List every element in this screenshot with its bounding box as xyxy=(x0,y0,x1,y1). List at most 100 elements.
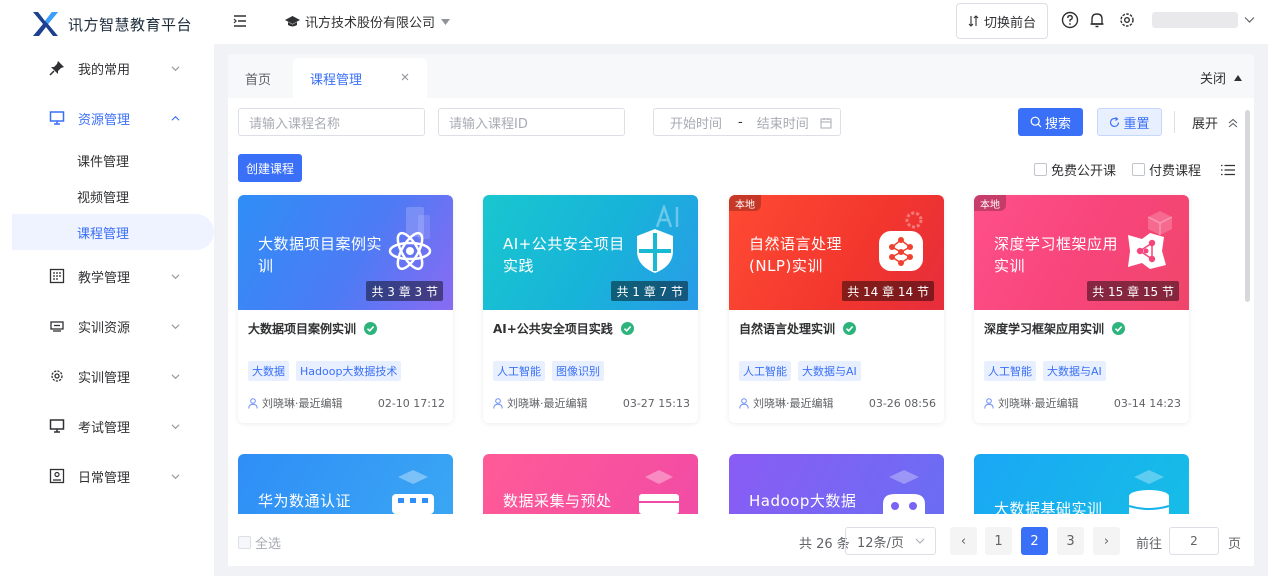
logo-icon xyxy=(33,12,58,36)
settings-icon[interactable] xyxy=(1118,11,1136,29)
checkbox-box xyxy=(238,536,251,549)
course-meta: 刘晓琳·最近编辑 03-27 15:13 xyxy=(493,395,690,411)
tab-home[interactable]: 首页 xyxy=(245,58,271,98)
course-id-input[interactable]: 请输入课程ID xyxy=(438,108,625,136)
sidebar-item-training-management[interactable]: 实训管理 xyxy=(0,358,214,394)
course-card[interactable]: 本地 深度学习框架应用实训 共 15 章 15 节 深度学习框架应用实训 人工智… xyxy=(974,195,1189,423)
sidebar-item-favorites[interactable]: 我的常用 xyxy=(0,50,214,86)
search-label: 搜索 xyxy=(1044,116,1071,132)
course-title: AI+公共安全项目实践 xyxy=(493,322,613,336)
chevron-down-icon xyxy=(171,424,180,430)
course-edit-time: 03-27 15:13 xyxy=(622,396,690,410)
prev-page-button[interactable]: ‹ xyxy=(950,527,977,555)
verified-check-icon xyxy=(620,322,634,335)
course-meta: 刘晓琳·最近编辑 03-26 08:56 xyxy=(739,395,936,411)
course-title: 自然语言处理实训 xyxy=(739,322,836,336)
course-cover: AI+公共安全项目实践 共 1 章 7 节 xyxy=(483,195,698,310)
scrollbar[interactable] xyxy=(1245,110,1250,302)
sidebar-subitem-course[interactable]: 课程管理 xyxy=(12,214,214,250)
course-content: 请输入课程名称 请输入课程ID 开始时间 - 结束时间 搜索 重置 展开 创建课… xyxy=(228,98,1254,566)
course-title-row[interactable]: 深度学习框架应用实训 xyxy=(984,320,1126,337)
close-tabs-button[interactable]: 关闭 xyxy=(1200,68,1242,87)
caret-down-icon xyxy=(441,18,451,25)
sidebar-item-resources[interactable]: 资源管理 xyxy=(0,100,214,136)
course-name-input[interactable]: 请输入课程名称 xyxy=(238,108,425,136)
page-button-2[interactable]: 2 xyxy=(1021,527,1048,555)
select-all-label: 全选 xyxy=(255,537,282,552)
cover-title: AI+公共安全项目实践 xyxy=(503,235,625,275)
chevron-down-icon xyxy=(171,66,180,72)
page-button-1[interactable]: 1 xyxy=(985,527,1012,555)
course-editor: 刘晓琳·最近编辑 xyxy=(998,397,1079,410)
course-tags: 大数据 Hadoop大数据技术 xyxy=(248,361,408,381)
course-editor: 刘晓琳·最近编辑 xyxy=(507,397,588,410)
list-view-icon[interactable] xyxy=(1221,164,1235,176)
tab-label: 课程管理 xyxy=(310,72,363,88)
goto-page-input[interactable]: 2 xyxy=(1169,527,1219,555)
date-range-picker[interactable]: 开始时间 - 结束时间 xyxy=(653,108,841,136)
chevron-down-icon[interactable] xyxy=(1244,14,1255,25)
course-card[interactable]: 华为数通认证 xyxy=(238,454,453,514)
course-title: 深度学习框架应用实训 xyxy=(984,322,1105,336)
menu-fold-icon[interactable] xyxy=(233,14,247,28)
course-card[interactable]: 大数据项目案例实训 共 3 章 3 节 大数据项目案例实训 大数据 Hadoop… xyxy=(238,195,453,423)
sidebar-item-teaching[interactable]: 教学管理 xyxy=(0,258,214,294)
expand-filters-button[interactable]: 展开 xyxy=(1192,113,1238,132)
list-footer: 全选 共 26 条 12条/页 ‹ 1 2 3 › 前往 2 页 xyxy=(228,520,1254,566)
course-edit-time: 03-26 08:56 xyxy=(868,396,936,410)
goto-unit: 页 xyxy=(1228,537,1242,552)
monitor-icon xyxy=(49,111,65,125)
screen-icon xyxy=(50,321,64,332)
chapter-count-badge: 共 1 章 7 节 xyxy=(611,281,688,301)
page-size-select[interactable]: 12条/页 xyxy=(845,527,936,555)
chevron-down-icon xyxy=(171,324,180,330)
paid-course-checkbox[interactable]: 付费课程 xyxy=(1132,160,1201,179)
free-course-checkbox[interactable]: 免费公开课 xyxy=(1034,160,1116,179)
page-button-3[interactable]: 3 xyxy=(1057,527,1084,555)
search-button[interactable]: 搜索 xyxy=(1018,108,1083,136)
chapter-count-badge: 共 3 章 3 节 xyxy=(366,281,443,301)
tab-course-management[interactable]: 课程管理 xyxy=(293,58,427,98)
create-course-button[interactable]: 创建课程 xyxy=(238,154,302,182)
course-title-row[interactable]: 大数据项目案例实训 xyxy=(248,320,378,337)
course-card[interactable]: Hadoop大数据 xyxy=(729,454,944,514)
sidebar-item-daily[interactable]: 日常管理 xyxy=(0,458,214,494)
course-title-row[interactable]: AI+公共安全项目实践 xyxy=(493,320,634,337)
sidebar-item-label: 日常管理 xyxy=(78,470,131,486)
select-all-checkbox[interactable]: 全选 xyxy=(238,533,281,552)
next-page-button[interactable]: › xyxy=(1093,527,1120,555)
course-card[interactable]: 大数据基础实训 xyxy=(974,454,1189,514)
course-tag: 人工智能 xyxy=(739,361,791,381)
course-cover: 大数据项目案例实训 共 3 章 3 节 xyxy=(238,195,453,310)
reset-button[interactable]: 重置 xyxy=(1097,108,1162,136)
pin-icon xyxy=(49,61,64,76)
course-tags: 人工智能 图像识别 xyxy=(493,361,611,381)
course-card[interactable]: 数据采集与预处 xyxy=(483,454,698,514)
help-icon[interactable] xyxy=(1061,11,1079,29)
logo[interactable]: 讯方智慧教育平台 xyxy=(30,9,192,39)
database-stack-icon xyxy=(1128,470,1170,514)
checkbox-box xyxy=(1034,163,1047,176)
sidebar-subitem-courseware[interactable]: 课件管理 xyxy=(0,142,214,178)
reset-label: 重置 xyxy=(1123,116,1150,132)
course-card[interactable]: 本地 自然语言处理(NLP)实训 共 14 章 14 节 自然语言处理实训 人工… xyxy=(729,195,944,423)
sidebar-item-exams[interactable]: 考试管理 xyxy=(0,408,214,444)
org-selector[interactable]: 讯方技术股份有限公司 xyxy=(285,12,455,31)
calendar-icon xyxy=(49,268,65,284)
course-tag: Hadoop大数据技术 xyxy=(296,361,402,381)
verified-check-icon xyxy=(364,322,378,335)
course-edit-time: 02-10 17:12 xyxy=(377,396,445,410)
course-card[interactable]: AI+公共安全项目实践 共 1 章 7 节 AI+公共安全项目实践 人工智能 图… xyxy=(483,195,698,423)
elephant-icon xyxy=(883,470,925,514)
main-area: 首页 课程管理 关闭 请输入课程名称 请输入课程ID 开始时间 - 结束时间 搜… xyxy=(214,44,1268,576)
sidebar-item-training-resources[interactable]: 实训资源 xyxy=(0,308,214,344)
course-title-row[interactable]: 自然语言处理实训 xyxy=(739,320,857,337)
chevron-down-icon xyxy=(171,474,180,480)
chapter-count-badge: 共 14 章 14 节 xyxy=(842,281,934,301)
course-tag: 大数据与AI xyxy=(798,361,861,381)
sidebar-subitem-video[interactable]: 视频管理 xyxy=(0,178,214,214)
switch-frontend-button[interactable]: 切换前台 xyxy=(956,3,1048,39)
avatar[interactable] xyxy=(1152,12,1238,28)
close-icon[interactable] xyxy=(400,72,410,82)
bell-icon[interactable] xyxy=(1088,11,1106,29)
